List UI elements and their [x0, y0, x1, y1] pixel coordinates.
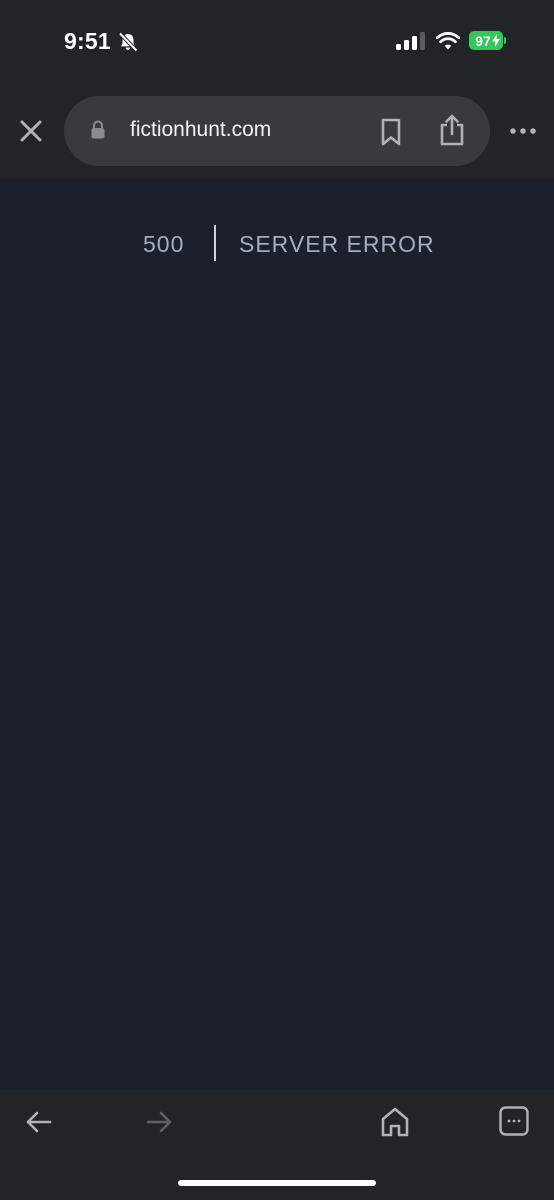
bell-slash-icon [118, 32, 138, 52]
home-icon[interactable] [380, 1106, 410, 1138]
tabs-icon[interactable] [498, 1105, 530, 1137]
error-divider [214, 225, 216, 261]
bottom-toolbar [0, 1090, 554, 1200]
back-arrow-icon[interactable] [24, 1108, 54, 1136]
charging-bolt-icon [492, 34, 500, 47]
status-bar: 9:51 97 [0, 0, 554, 84]
battery-indicator: 97 [469, 31, 506, 50]
address-bar[interactable]: fictionhunt.com [64, 96, 490, 166]
error-message: SERVER ERROR [239, 231, 435, 257]
home-indicator [178, 1180, 376, 1186]
bookmark-icon[interactable] [378, 117, 404, 147]
url-text[interactable]: fictionhunt.com [130, 118, 271, 142]
signal-icon [396, 32, 425, 50]
status-time: 9:51 [64, 28, 111, 54]
more-icon[interactable] [508, 120, 538, 142]
lock-icon [91, 120, 105, 139]
close-icon[interactable] [14, 114, 48, 148]
forward-arrow-icon[interactable] [144, 1108, 174, 1136]
error-code: 500 [143, 231, 185, 257]
page-content: 500 SERVER ERROR [0, 179, 554, 1090]
wifi-icon [436, 32, 460, 50]
battery-cap [504, 37, 506, 44]
browser-top-chrome: 9:51 97 fictionhunt.com [0, 0, 554, 179]
battery-icon: 97 [469, 31, 503, 50]
share-icon[interactable] [438, 113, 466, 147]
